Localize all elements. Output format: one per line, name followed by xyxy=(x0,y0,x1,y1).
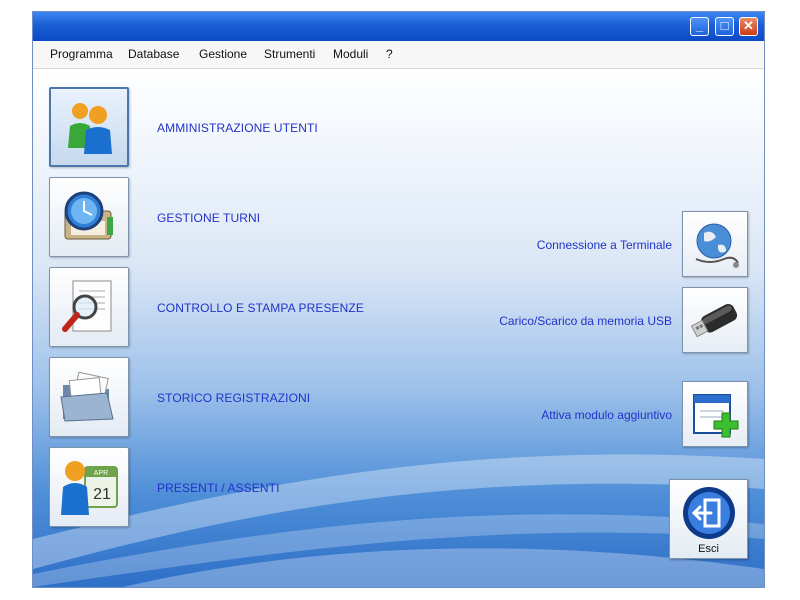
main-panel: AMMINISTRAZIONE UTENTI GESTIONE TURNI CO… xyxy=(33,69,764,587)
exit-label: Esci xyxy=(698,543,719,555)
shifts-clock-icon xyxy=(64,191,113,240)
minimize-button[interactable]: _ xyxy=(690,17,709,36)
magnifier-document-icon xyxy=(62,280,112,332)
calendar-day-text: 21 xyxy=(93,486,111,503)
present-absent-button[interactable]: APR 21 xyxy=(49,447,129,527)
calendar-month-text: APR xyxy=(94,470,108,477)
terminal-connection-button[interactable] xyxy=(682,211,748,277)
user-calendar-icon: APR 21 xyxy=(61,461,118,515)
menu-gestione[interactable]: Gestione xyxy=(199,47,247,61)
users-admin-button[interactable] xyxy=(49,87,129,167)
menu-bar: Programma Database Gestione Strumenti Mo… xyxy=(33,41,764,69)
menu-help[interactable]: ? xyxy=(386,47,393,61)
attendance-control-label[interactable]: CONTROLLO E STAMPA PRESENZE xyxy=(157,301,364,315)
application-window: _ □ ✕ Programma Database Gestione Strume… xyxy=(32,11,765,588)
menu-database[interactable]: Database xyxy=(128,47,179,61)
users-admin-icon xyxy=(68,103,112,154)
add-module-icon xyxy=(693,394,739,438)
usb-drive-icon xyxy=(690,303,738,338)
history-label[interactable]: STORICO REGISTRAZIONI xyxy=(157,391,310,405)
shifts-button[interactable] xyxy=(49,177,129,257)
add-module-label[interactable]: Attiva modulo aggiuntivo xyxy=(541,408,672,422)
globe-network-icon xyxy=(695,223,739,268)
attendance-control-button[interactable] xyxy=(49,267,129,347)
menu-strumenti[interactable]: Strumenti xyxy=(264,47,315,61)
background-swoosh xyxy=(33,454,764,587)
menu-programma[interactable]: Programma xyxy=(50,47,113,61)
add-module-button[interactable] xyxy=(682,381,748,447)
exit-button[interactable]: Esci xyxy=(669,479,748,559)
usb-transfer-label[interactable]: Carico/Scarico da memoria USB xyxy=(499,314,672,328)
maximize-button[interactable]: □ xyxy=(715,17,734,36)
present-absent-label[interactable]: PRESENTI / ASSENTI xyxy=(157,481,280,495)
history-button[interactable] xyxy=(49,357,129,437)
users-admin-label[interactable]: AMMINISTRAZIONE UTENTI xyxy=(157,121,318,135)
folder-documents-icon xyxy=(60,371,114,422)
terminal-connection-label[interactable]: Connessione a Terminale xyxy=(537,238,672,252)
title-bar: _ □ ✕ xyxy=(33,12,764,41)
menu-moduli[interactable]: Moduli xyxy=(333,47,368,61)
usb-transfer-button[interactable] xyxy=(682,287,748,353)
shifts-label[interactable]: GESTIONE TURNI xyxy=(157,211,260,225)
exit-door-icon xyxy=(683,487,735,539)
close-button[interactable]: ✕ xyxy=(739,17,758,36)
